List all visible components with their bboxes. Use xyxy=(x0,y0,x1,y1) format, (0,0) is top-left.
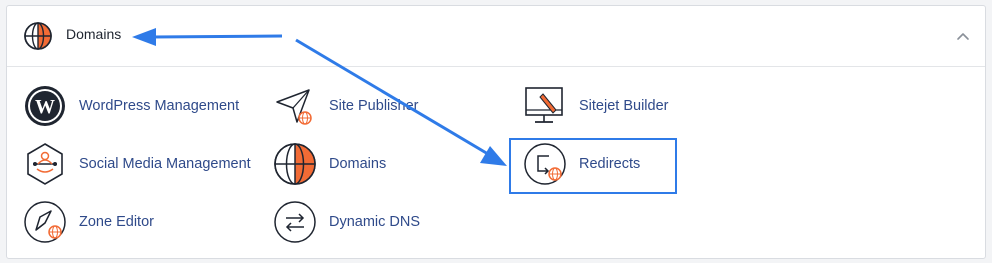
item-wordpress-management[interactable]: W WordPress Management xyxy=(23,84,253,130)
item-label: Site Publisher xyxy=(329,98,419,114)
dynamic-dns-icon xyxy=(274,201,316,243)
item-label: Sitejet Builder xyxy=(579,98,669,114)
monitor-pencil-icon xyxy=(525,87,563,123)
section-title: Domains xyxy=(66,26,122,42)
item-label: WordPress Management xyxy=(79,98,240,114)
item-social-media-management[interactable]: Social Media Management xyxy=(23,142,263,188)
svg-text:W: W xyxy=(35,96,55,118)
item-zone-editor[interactable]: Zone Editor xyxy=(23,200,173,246)
social-media-icon xyxy=(27,143,63,185)
zone-editor-icon xyxy=(24,201,66,243)
wordpress-icon: W xyxy=(25,86,65,126)
item-label: Zone Editor xyxy=(79,214,154,230)
globe-icon xyxy=(274,143,316,185)
item-dynamic-dns[interactable]: Dynamic DNS xyxy=(273,200,433,246)
section-header[interactable]: Domains xyxy=(7,6,985,67)
item-label: Social Media Management xyxy=(79,156,251,172)
item-site-publisher[interactable]: Site Publisher xyxy=(273,84,433,130)
item-sitejet-builder[interactable]: Sitejet Builder xyxy=(523,84,683,130)
globe-icon xyxy=(24,22,52,50)
paper-plane-icon xyxy=(276,89,312,125)
redirects-highlight-box xyxy=(509,138,677,194)
item-domains[interactable]: Domains xyxy=(273,142,403,188)
item-label: Dynamic DNS xyxy=(329,214,421,230)
chevron-up-icon[interactable] xyxy=(951,24,975,48)
item-label: Domains xyxy=(329,156,387,172)
